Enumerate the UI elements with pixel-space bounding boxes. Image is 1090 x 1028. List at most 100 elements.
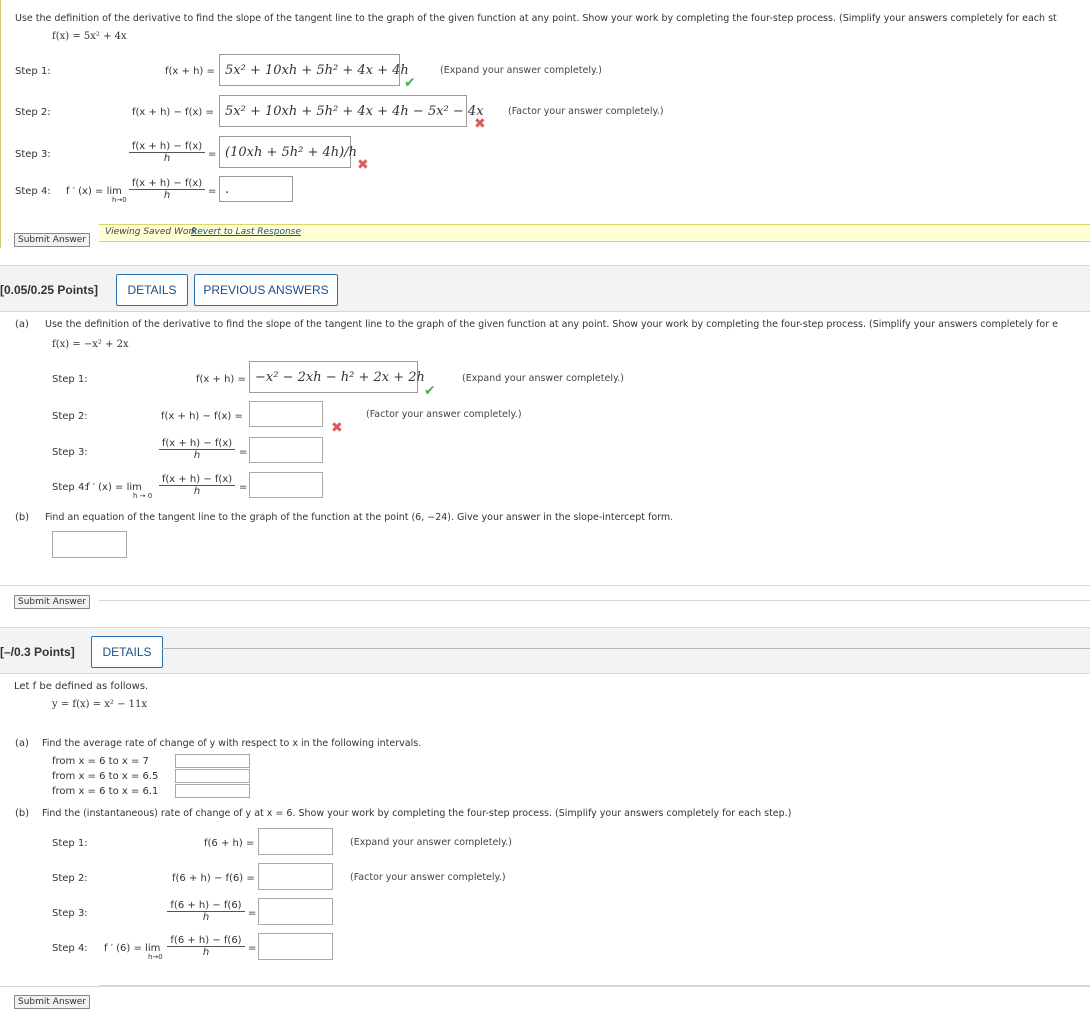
- q2-submit-rule: [99, 600, 1090, 601]
- limit-subscript: h → 0: [133, 492, 153, 500]
- q2-step3-fraction: f(x + h) − f(x) h: [159, 438, 235, 461]
- q3-step4-label: Step 4:: [52, 943, 88, 954]
- x-mark-icon: ✖: [357, 157, 369, 173]
- fraction-denominator: h: [202, 947, 210, 958]
- q2-step4-fraction: f(x + h) − f(x) h: [159, 474, 235, 497]
- q3-interval-2: from x = 6 to x = 6.5: [52, 771, 159, 782]
- q3-intro: Let f be defined as follows.: [14, 681, 149, 692]
- equals-sign: =: [248, 943, 257, 954]
- q3-step4-fraction: f(6 + h) − f(6) h: [167, 935, 245, 958]
- q1-instruction: Use the definition of the derivative to …: [15, 13, 1057, 24]
- q2-submit-button[interactable]: Submit Answer: [14, 595, 90, 609]
- q1-step2-label: Step 2:: [15, 107, 51, 118]
- q1-step3-answer[interactable]: (10xh + 5h² + 4h)/h: [219, 136, 357, 168]
- q3-interval-1: from x = 6 to x = 7: [52, 756, 149, 767]
- q2-step3-label: Step 3:: [52, 447, 88, 458]
- q1-step2-lhs: f(x + h) − f(x) =: [132, 107, 214, 118]
- equals-sign: =: [239, 482, 248, 493]
- q3-submit-button[interactable]: Submit Answer: [14, 995, 90, 1009]
- fraction-numerator: f(6 + h) − f(6): [167, 935, 245, 947]
- q3-points: [–/0.3 Points]: [0, 645, 75, 659]
- q2-function: f(x) = −x² + 2x: [52, 339, 129, 350]
- checkmark-icon: ✔: [424, 383, 436, 399]
- q1-function: f(x) = 5x² + 4x: [52, 31, 127, 42]
- q3-interval-3-answer[interactable]: [175, 784, 250, 798]
- q2-step1-label: Step 1:: [52, 374, 88, 385]
- saved-work-text: Viewing Saved Work: [105, 227, 198, 237]
- fraction-numerator: f(x + h) − f(x): [159, 474, 235, 486]
- equals-sign: =: [248, 908, 257, 919]
- q2-part-b-answer[interactable]: [52, 531, 127, 558]
- q3-step3-fraction: f(6 + h) − f(6) h: [167, 900, 245, 923]
- equals-sign: =: [208, 149, 217, 160]
- q3-body-border: [0, 673, 1090, 987]
- q3-step2-label: Step 2:: [52, 873, 88, 884]
- q1-panel: [0, 0, 1090, 248]
- q2-previous-answers-button[interactable]: PREVIOUS ANSWERS: [194, 274, 338, 306]
- q3-step2-hint: (Factor your answer completely.): [350, 872, 506, 883]
- q3-step2-lhs: f(6 + h) − f(6) =: [172, 873, 255, 884]
- q1-submit-button[interactable]: Submit Answer: [14, 233, 90, 247]
- checkmark-icon: ✔: [404, 75, 416, 91]
- q1-step3-label: Step 3:: [15, 149, 51, 160]
- fraction-numerator: f(6 + h) − f(6): [167, 900, 245, 912]
- q3-part-a-text: Find the average rate of change of y wit…: [42, 738, 422, 749]
- fraction-denominator: h: [193, 486, 201, 497]
- fraction-denominator: h: [202, 912, 210, 923]
- q3-step1-hint: (Expand your answer completely.): [350, 837, 512, 848]
- q2-step2-label: Step 2:: [52, 411, 88, 422]
- q3-step4-answer[interactable]: [258, 933, 333, 960]
- fraction-denominator: h: [163, 190, 171, 201]
- q2-step4-label: Step 4:: [52, 482, 88, 493]
- q3-step1-label: Step 1:: [52, 838, 88, 849]
- limit-subscript: h→0: [148, 953, 163, 961]
- fraction-numerator: f(x + h) − f(x): [129, 141, 205, 153]
- q1-step1-answer[interactable]: 5x² + 10xh + 5h² + 4x + 4h: [219, 54, 409, 86]
- q1-step4-label: Step 4:: [15, 186, 51, 197]
- q2-part-a-label: (a): [15, 319, 29, 330]
- q3-interval-1-answer[interactable]: [175, 754, 250, 768]
- q3-step1-lhs: f(6 + h) =: [204, 838, 255, 849]
- q2-part-b-text: Find an equation of the tangent line to …: [45, 512, 674, 523]
- equals-sign: =: [239, 447, 248, 458]
- q1-step2-answer[interactable]: 5x² + 10xh + 5h² + 4x + 4h − 5x² − 4x: [219, 95, 484, 127]
- q2-step1-answer[interactable]: −x² − 2xh − h² + 2x + 2h: [249, 361, 425, 393]
- fraction-numerator: f(x + h) − f(x): [129, 178, 205, 190]
- revert-link[interactable]: Revert to Last Response: [191, 227, 301, 237]
- q3-details-button[interactable]: DETAILS: [91, 636, 163, 668]
- q3-step1-answer[interactable]: [258, 828, 333, 855]
- q3-header-band: [0, 628, 1090, 673]
- q2-step3-answer[interactable]: [249, 437, 323, 463]
- q3-step2-answer[interactable]: [258, 863, 333, 890]
- q3-interval-3: from x = 6 to x = 6.1: [52, 786, 159, 797]
- q3-function: y = f(x) = x² − 11x: [52, 699, 148, 710]
- q1-step4-answer[interactable]: .: [219, 176, 293, 202]
- q1-step3-fraction: f(x + h) − f(x) h: [129, 141, 205, 164]
- q2-details-button[interactable]: DETAILS: [116, 274, 188, 306]
- q2-step4-answer[interactable]: [249, 472, 323, 498]
- q3-part-b-label: (b): [15, 808, 30, 819]
- fraction-numerator: f(x + h) − f(x): [159, 438, 235, 450]
- q2-step2-lhs: f(x + h) − f(x) =: [161, 411, 243, 422]
- q3-details-rule: [162, 648, 1090, 649]
- limit-subscript: h→0: [112, 196, 127, 204]
- q3-part-b-text: Find the (instantaneous) rate of change …: [42, 808, 792, 819]
- q3-part-a-label: (a): [15, 738, 29, 749]
- x-mark-icon: ✖: [474, 116, 486, 132]
- q2-part-b-label: (b): [15, 512, 30, 523]
- q1-step1-lhs: f(x + h) =: [165, 66, 215, 77]
- q3-interval-2-answer[interactable]: [175, 769, 250, 783]
- fraction-denominator: h: [163, 153, 171, 164]
- x-mark-icon: ✖: [331, 420, 343, 436]
- fraction-denominator: h: [193, 450, 201, 461]
- q1-step1-hint: (Expand your answer completely.): [440, 65, 602, 76]
- q3-submit-rule: [99, 985, 1090, 986]
- q3-step3-answer[interactable]: [258, 898, 333, 925]
- q2-step2-answer[interactable]: [249, 401, 323, 427]
- q1-step1-label: Step 1:: [15, 66, 51, 77]
- q2-step1-hint: (Expand your answer completely.): [462, 373, 624, 384]
- q1-step4-fraction: f(x + h) − f(x) h: [129, 178, 205, 201]
- saved-work-bar: Viewing Saved Work Revert to Last Respon…: [99, 224, 1090, 242]
- q1-step2-hint: (Factor your answer completely.): [508, 106, 664, 117]
- q2-instruction: Use the definition of the derivative to …: [45, 319, 1058, 330]
